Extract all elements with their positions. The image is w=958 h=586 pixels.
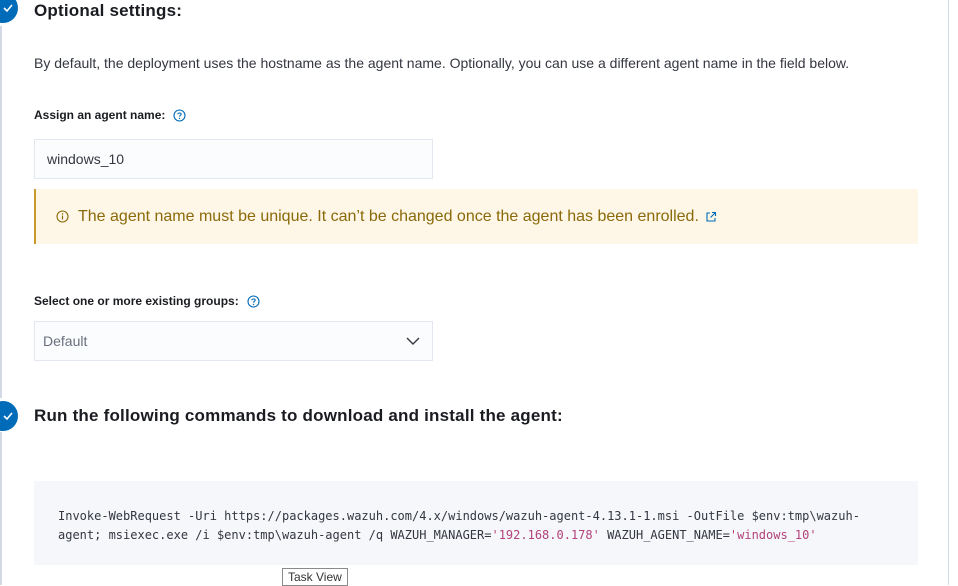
install-command-codeblock[interactable]: Invoke-WebRequest -Uri https://packages.… [34,481,918,565]
optional-settings-description: By default, the deployment uses the host… [34,55,850,71]
chevron-down-icon [406,337,420,345]
groups-label-row: Select one or more existing groups: [34,294,260,308]
step-connector-line [0,432,2,585]
code-line-1: Invoke-WebRequest -Uri https://packages.… [58,509,860,523]
task-view-tooltip: Task View [282,568,348,586]
step-complete-indicator [0,401,18,431]
question-circle-icon[interactable] [247,294,260,308]
agent-name-label-row: Assign an agent name: [34,108,186,122]
question-circle-icon[interactable] [173,108,186,122]
step-complete-indicator [0,0,18,23]
groups-select[interactable]: Default [34,321,433,361]
code-manager-value: '192.168.0.178' [491,528,600,542]
code-line-2-prefix: agent; msiexec.exe /i $env:tmp\wazuh-age… [58,528,492,542]
agent-name-label: Assign an agent name: [34,108,166,122]
warning-text: The agent name must be unique. It can’t … [78,207,699,225]
groups-label: Select one or more existing groups: [34,294,239,308]
commands-step-title: Run the following commands to download a… [34,406,563,425]
check-icon [3,412,13,421]
check-icon [3,4,13,13]
step-connector-line [0,26,2,398]
optional-settings-title: Optional settings: [34,1,183,20]
external-link-icon[interactable] [705,211,717,223]
code-agent-name-value: 'windows_10' [729,528,817,542]
groups-selected-value: Default [43,333,88,349]
agent-name-input[interactable] [34,139,433,179]
code-line-2-middle: WAZUH_AGENT_NAME= [599,528,730,542]
info-circle-icon [56,210,69,223]
panel-right-border [948,0,949,585]
unique-name-warning-callout: The agent name must be unique. It can’t … [34,189,918,244]
